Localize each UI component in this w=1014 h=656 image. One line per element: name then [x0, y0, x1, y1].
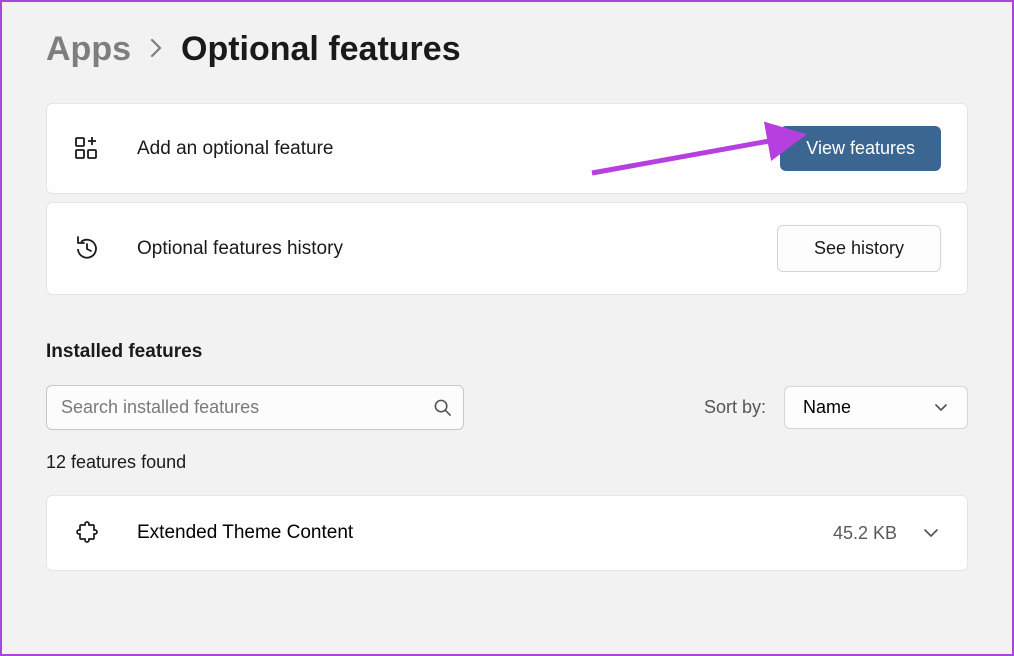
history-card: Optional features history See history: [46, 202, 968, 295]
feature-size: 45.2 KB: [833, 523, 897, 544]
search-icon: [432, 398, 452, 418]
sort-dropdown[interactable]: Name: [784, 386, 968, 429]
add-feature-label: Add an optional feature: [137, 138, 780, 160]
feature-row[interactable]: Extended Theme Content 45.2 KB: [46, 495, 968, 571]
features-count: 12 features found: [46, 452, 968, 473]
search-input[interactable]: [46, 385, 464, 430]
search-box: [46, 385, 464, 430]
chevron-down-icon[interactable]: [923, 525, 939, 541]
breadcrumb-parent[interactable]: Apps: [46, 30, 131, 69]
view-features-button[interactable]: View features: [780, 126, 941, 171]
history-label: Optional features history: [137, 238, 777, 260]
chevron-down-icon: [933, 400, 949, 416]
sort-label: Sort by:: [704, 397, 766, 418]
page-title: Optional features: [181, 30, 461, 69]
history-icon: [73, 235, 101, 263]
add-feature-icon: [73, 135, 101, 163]
sort-value: Name: [803, 397, 851, 418]
see-history-button[interactable]: See history: [777, 225, 941, 272]
add-feature-card: Add an optional feature View features: [46, 103, 968, 194]
feature-name: Extended Theme Content: [137, 522, 833, 544]
chevron-right-icon: [149, 34, 163, 65]
breadcrumb: Apps Optional features: [46, 30, 968, 69]
extension-icon: [75, 520, 101, 546]
installed-heading: Installed features: [46, 341, 968, 363]
